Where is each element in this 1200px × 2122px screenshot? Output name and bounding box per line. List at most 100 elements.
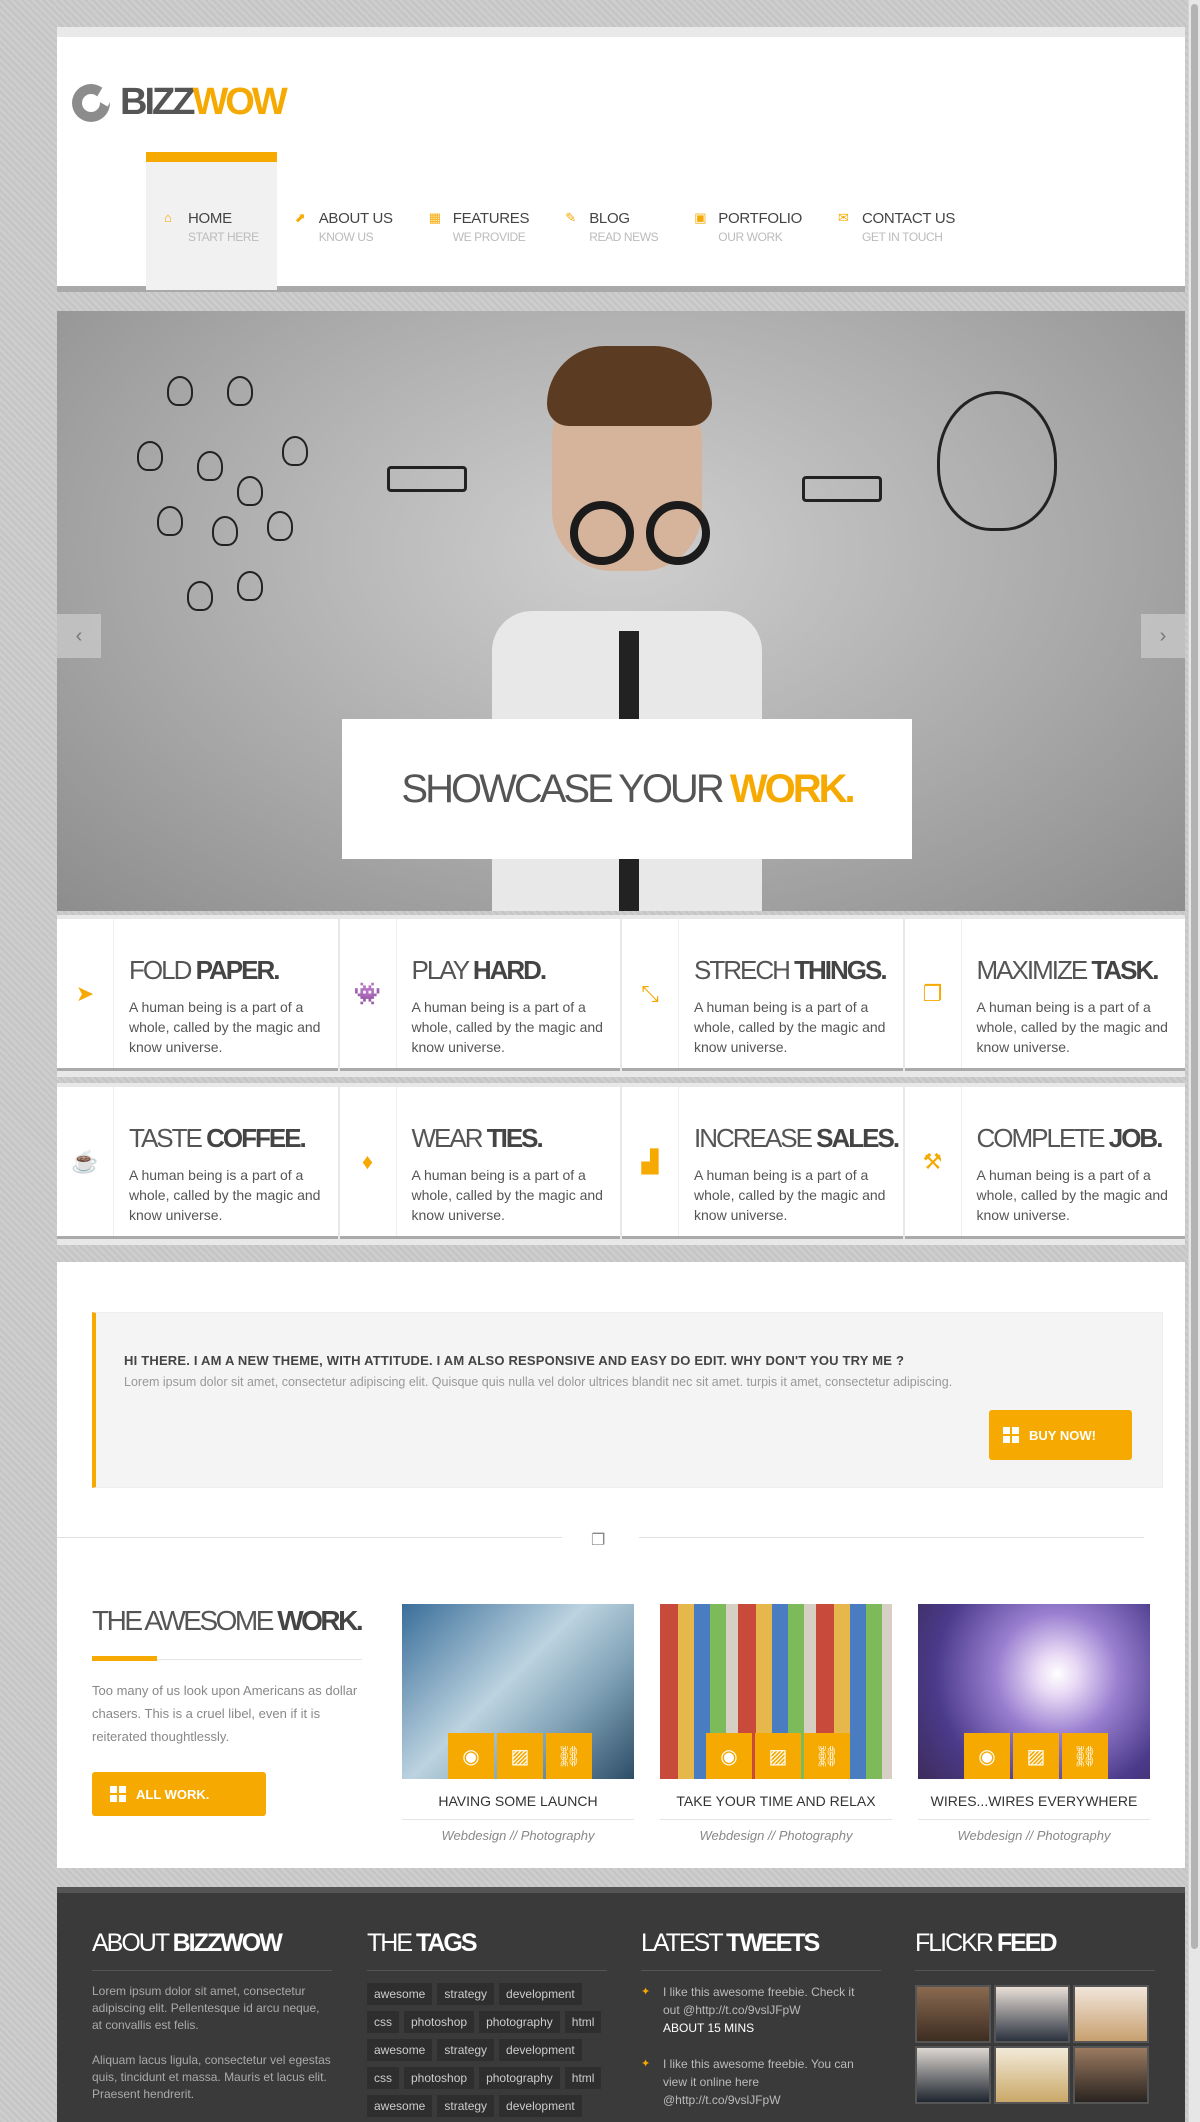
tag-link[interactable]: awesome	[367, 2039, 433, 2061]
tag-link[interactable]: html	[564, 2067, 602, 2089]
feature-card: ☕ TASTE COFFEE. A human being is a part of…	[57, 1087, 338, 1239]
camera-icon[interactable]: ◉	[964, 1733, 1010, 1779]
briefcase-icon: ▣	[694, 210, 707, 225]
tag-link[interactable]: photoshop	[404, 2011, 475, 2033]
feature-title: STRECH	[694, 955, 795, 985]
feature-text: A human being is a part of a whole, call…	[694, 1167, 886, 1223]
portfolio-item[interactable]: ◉ ▨ ⛓ TAKE YOUR TIME AND RELAX Webdesign /…	[660, 1604, 892, 1843]
footer-about-text: Aliquam lacus ligula, consectetur vel eg…	[92, 2053, 331, 2101]
feature-card: ➤ FOLD PAPER. A human being is a part of a…	[57, 919, 338, 1071]
footer-tags: THE TAGS awesome strategy development css ph…	[367, 1893, 617, 2117]
camera-icon[interactable]: ◉	[706, 1733, 752, 1779]
image-icon[interactable]: ▨	[497, 1733, 543, 1779]
tag-link[interactable]: development	[499, 2039, 582, 2061]
link-icon[interactable]: ⛓	[546, 1733, 592, 1779]
tweet-text[interactable]: I like this awesome freebie. You can vie…	[663, 2057, 854, 2107]
nav-label: BLOG	[589, 210, 630, 227]
portfolio-item[interactable]: ◉ ▨ ⛓ WIRES...WIRES EVERYWHERE Webdesign /…	[918, 1604, 1150, 1843]
logo-text-wow: WOW	[192, 81, 287, 123]
logo[interactable]: BIZZWOW	[72, 81, 288, 124]
tweet: I like this awesome freebie. You can vie…	[641, 2055, 871, 2109]
camera-icon[interactable]: ◉	[448, 1733, 494, 1779]
tag-link[interactable]: strategy	[437, 2095, 495, 2117]
footer-flickr: FLICKR FEED	[915, 1893, 1155, 2104]
feature-title: MAXIMIZE	[976, 955, 1092, 985]
nav-item-features[interactable]: ▦ FEATURES WE PROVIDE	[411, 152, 548, 290]
tag-link[interactable]: development	[499, 1983, 582, 2005]
tag-link[interactable]: css	[367, 2011, 399, 2033]
link-icon[interactable]: ⛓	[1062, 1733, 1108, 1779]
slider-next-button[interactable]: ›	[1141, 614, 1185, 658]
feature-text: A human being is a part of a whole, call…	[129, 1167, 321, 1223]
flickr-thumb[interactable]	[994, 1985, 1070, 2043]
portfolio-image[interactable]: ◉ ▨ ⛓	[660, 1604, 892, 1779]
portfolio-image[interactable]: ◉ ▨ ⛓	[918, 1604, 1150, 1779]
grid-icon	[110, 1786, 126, 1802]
portfolio-image[interactable]: ◉ ▨ ⛓	[402, 1604, 634, 1779]
flickr-thumb[interactable]	[915, 1985, 991, 2043]
feature-title-bold: THINGS.	[794, 955, 887, 985]
feature-card: 👾 PLAY HARD. A human being is a part of a …	[339, 919, 620, 1071]
portfolio-title[interactable]: TAKE YOUR TIME AND RELAX	[660, 1779, 892, 1820]
tag-link[interactable]: photography	[479, 2067, 560, 2089]
grid-icon: ▦	[428, 210, 441, 225]
portfolio-item[interactable]: ◉ ▨ ⛓ HAVING SOME LAUNCH Webdesign // Phot…	[402, 1604, 634, 1843]
all-work-label: ALL WORK.	[136, 1786, 210, 1802]
footer-about: ABOUT BIZZWOW Lorem ipsum dolor sit amet…	[92, 1893, 332, 2103]
footer-title-bold: BIZZWOW	[172, 1929, 283, 1957]
awesome-title-bold: WORK.	[277, 1605, 363, 1636]
nav-item-portfolio[interactable]: ▣ PORTFOLIO OUR WORK	[676, 152, 820, 290]
portfolio-title[interactable]: WIRES...WIRES EVERYWHERE	[918, 1779, 1150, 1820]
scrollbar[interactable]	[1188, 0, 1200, 2122]
feature-title: TASTE	[129, 1123, 207, 1153]
nav-item-blog[interactable]: ✎ BLOG READ NEWS	[547, 152, 676, 290]
tag-link[interactable]: html	[564, 2011, 602, 2033]
features-row-2: ☕ TASTE COFFEE. A human being is a part of…	[57, 1083, 1185, 1245]
image-icon[interactable]: ▨	[755, 1733, 801, 1779]
coffee-icon: ☕	[57, 1087, 114, 1236]
footer-tweets: LATEST TWEETS I like this awesome freebi…	[641, 1893, 881, 2109]
feature-title-bold: JOB.	[1108, 1123, 1164, 1153]
nav-sublabel: GET IN TOUCH	[862, 230, 943, 244]
tag-link[interactable]: photoshop	[404, 2067, 475, 2089]
link-icon[interactable]: ⛓	[804, 1733, 850, 1779]
buy-now-button[interactable]: BUY NOW!	[989, 1410, 1132, 1460]
flickr-thumb[interactable]	[1073, 1985, 1149, 2043]
scrollbar-thumb[interactable]	[1191, 4, 1198, 1949]
nav-sublabel: START HERE	[188, 230, 259, 244]
flickr-thumb[interactable]	[915, 2046, 991, 2104]
nav-sublabel: READ NEWS	[589, 230, 659, 244]
footer-title: THE	[367, 1929, 416, 1957]
feature-card: ⤡ STRECH THINGS. A human being is a part o…	[622, 919, 903, 1071]
feature-title-bold: PAPER.	[195, 955, 281, 985]
tag-link[interactable]: strategy	[437, 2039, 495, 2061]
tag-link[interactable]: awesome	[367, 1983, 433, 2005]
nav-item-about[interactable]: ⬈ ABOUT US KNOW US	[277, 152, 411, 290]
mail-icon: ✉	[838, 210, 849, 225]
all-work-button[interactable]: ALL WORK.	[92, 1772, 266, 1816]
tag-link[interactable]: development	[499, 2095, 582, 2117]
feature-card: ⚒ COMPLETE JOB. A human being is a part of…	[904, 1087, 1185, 1239]
callout-text: Lorem ipsum dolor sit amet, consectetur …	[124, 1375, 953, 1389]
tag-link[interactable]: awesome	[367, 2095, 433, 2117]
footer: ABOUT BIZZWOW Lorem ipsum dolor sit amet…	[57, 1887, 1185, 2122]
feature-title: INCREASE	[694, 1123, 817, 1153]
feature-title: FOLD	[129, 955, 196, 985]
footer-title: FLICKR	[915, 1929, 997, 1957]
portfolio-title[interactable]: HAVING SOME LAUNCH	[402, 1779, 634, 1820]
nav-item-contact[interactable]: ✉ CONTACT US GET IN TOUCH	[820, 152, 973, 290]
slider-prev-button[interactable]: ‹	[57, 614, 101, 658]
flickr-thumb[interactable]	[1073, 2046, 1149, 2104]
flickr-thumb[interactable]	[994, 2046, 1070, 2104]
image-icon[interactable]: ▨	[1013, 1733, 1059, 1779]
doodle-arrow	[802, 476, 882, 502]
footer-title-bold: TAGS	[415, 1929, 478, 1957]
tag-link[interactable]: css	[367, 2067, 399, 2089]
feature-text: A human being is a part of a whole, call…	[976, 999, 1168, 1055]
tag-link[interactable]: strategy	[437, 1983, 495, 2005]
tag-link[interactable]: photography	[479, 2011, 560, 2033]
slider-caption: SHOWCASE YOUR WORK.	[342, 719, 912, 859]
feature-card: ♦ WEAR TIES. A human being is a part of a …	[339, 1087, 620, 1239]
tweet-text[interactable]: I like this awesome freebie. Check it ou…	[663, 1985, 854, 2017]
nav-item-home[interactable]: ⌂ HOME START HERE	[146, 152, 277, 290]
